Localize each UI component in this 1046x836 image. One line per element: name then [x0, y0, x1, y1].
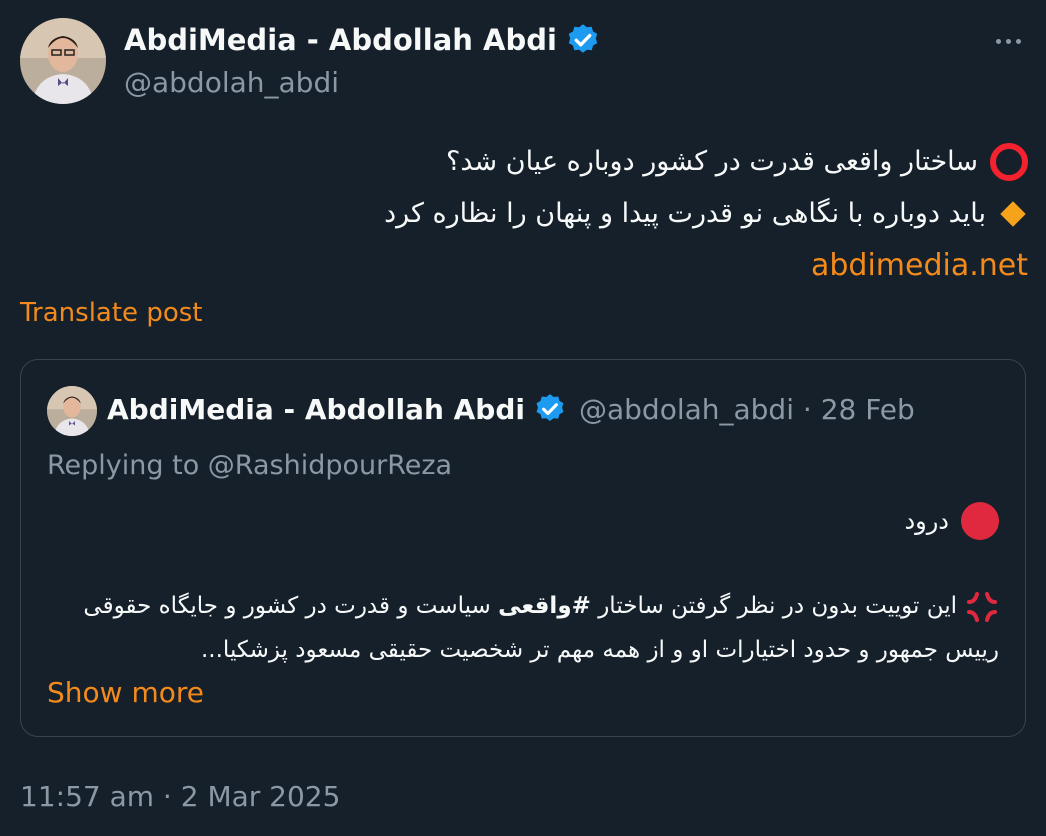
post-line-1: ساختار واقعی قدرت در کشور دوباره عیان شد… — [228, 136, 1028, 188]
tweet-detail: AbdiMedia - Abdollah Abdi @abdolah_abdi … — [0, 0, 1046, 836]
translate-post-link[interactable]: Translate post — [20, 298, 202, 328]
verified-badge-icon — [533, 392, 567, 426]
post-line-2-text: باید دوباره با نگاهی نو قدرت پیدا و پنها… — [384, 198, 986, 229]
quoted-meta[interactable]: @abdolah_abdi · 28 Feb — [579, 393, 915, 426]
verified-badge-icon — [565, 22, 601, 58]
quoted-text: این توییت بدون در نظر گرفتن ساختار #واقع… — [49, 584, 999, 672]
author-name[interactable]: AbdiMedia - Abdollah Abdi — [124, 23, 557, 57]
red-circle-icon — [961, 502, 999, 540]
quoted-author-name[interactable]: AbdiMedia - Abdollah Abdi — [107, 393, 525, 426]
post-line-1-text: ساختار واقعی قدرت در کشور دوباره عیان شد… — [446, 146, 978, 177]
hashtag[interactable]: #واقعی — [498, 593, 591, 619]
show-more-link[interactable]: Show more — [47, 676, 204, 709]
red-circle-outline-icon — [990, 143, 1028, 181]
anger-symbol-icon — [967, 591, 997, 622]
quoted-tweet[interactable]: AbdiMedia - Abdollah Abdi @abdolah_abdi … — [20, 359, 1026, 737]
avatar[interactable] — [20, 18, 106, 104]
replying-to[interactable]: Replying to @RashidpourReza — [47, 450, 452, 481]
timestamp[interactable]: 11:57 am · 2 Mar 2025 — [20, 780, 340, 813]
quoted-greeting: درود — [904, 502, 999, 540]
post-body: ساختار واقعی قدرت در کشور دوباره عیان شد… — [228, 136, 1028, 292]
quoted-greeting-text: درود — [904, 507, 949, 535]
quoted-text-part1: این توییت بدون در نظر گرفتن ساختار — [590, 593, 957, 619]
post-link[interactable]: abdimedia.net — [228, 240, 1028, 292]
quoted-avatar[interactable] — [47, 386, 97, 436]
post-line-2: باید دوباره با نگاهی نو قدرت پیدا و پنها… — [228, 188, 1028, 240]
quoted-header: AbdiMedia - Abdollah Abdi @abdolah_abdi … — [107, 392, 915, 426]
more-icon[interactable] — [990, 26, 1026, 56]
orange-diamond-icon — [1000, 201, 1026, 227]
author-handle[interactable]: @abdolah_abdi — [124, 66, 339, 99]
author-name-row[interactable]: AbdiMedia - Abdollah Abdi — [124, 22, 601, 58]
